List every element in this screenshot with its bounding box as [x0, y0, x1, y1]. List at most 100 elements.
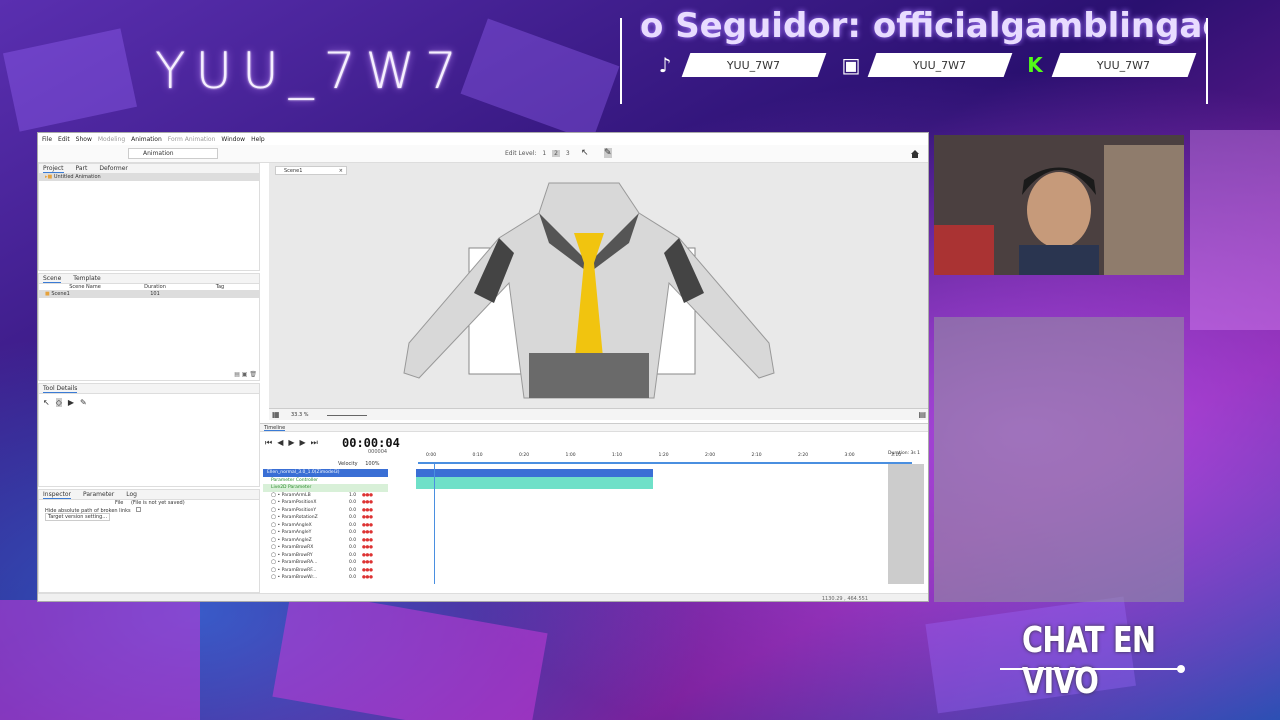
project-tree-item[interactable]: ▸■ Untitled Animation	[39, 174, 259, 181]
zoom-slider[interactable]	[327, 415, 367, 416]
param-row[interactable]: ◯ • ParamArmLB 1.0 ●-●-●	[263, 492, 388, 500]
tab-timeline[interactable]: Timeline	[264, 424, 286, 431]
brush-tool-icon[interactable]: ✎	[604, 148, 612, 158]
keyframe-dots[interactable]: ●-●-●	[362, 514, 373, 522]
next-frame-icon[interactable]: ▶	[300, 438, 306, 448]
select-tool-icon[interactable]: ↖	[43, 398, 50, 407]
keyframe-dots[interactable]: ●-●-●	[362, 567, 373, 575]
edit-level-3[interactable]: 3	[566, 150, 570, 157]
scene-row[interactable]: ■ Scene1 101	[39, 291, 259, 298]
model-track-bar[interactable]	[416, 469, 653, 477]
eye-icon[interactable]: ◯ •	[271, 567, 282, 575]
eye-icon[interactable]: ◯ •	[271, 522, 282, 530]
pen-tool-icon[interactable]: ✎	[80, 398, 87, 407]
keyframe-dots[interactable]: ●-●-●	[362, 507, 373, 515]
arrow-tool-icon[interactable]: ↖	[581, 148, 589, 158]
eye-icon[interactable]: ◯ •	[271, 514, 282, 522]
param-value: 0.0	[349, 552, 357, 558]
keyframe-dots[interactable]: ●-●-●	[362, 559, 373, 567]
first-frame-icon[interactable]: ⏮	[265, 438, 272, 448]
menu-help[interactable]: Help	[251, 136, 265, 143]
mode-dropdown[interactable]: Animation	[128, 148, 218, 159]
menu-file[interactable]: File	[42, 136, 52, 143]
eye-icon[interactable]: ◯ •	[271, 499, 282, 507]
param-row[interactable]: ◯ • ParamAngleZ 0.0 ●-●-●	[263, 537, 388, 545]
edit-level-1[interactable]: 1	[542, 150, 546, 157]
home-icon[interactable]	[910, 149, 920, 159]
col-scene-name: Scene Name	[69, 284, 101, 290]
tab-tool-details[interactable]: Tool Details	[43, 384, 78, 393]
param-row[interactable]: ◯ • ParamPositionX 0.0 ●-●-●	[263, 499, 388, 507]
menu-animation[interactable]: Animation	[131, 136, 162, 143]
param-row[interactable]: ◯ • ParamBrowRY 0.0 ●-●-●	[263, 552, 388, 560]
menu-window[interactable]: Window	[221, 136, 245, 143]
param-row[interactable]: ◯ • ParamBrowWr... 0.0 ●-●-●	[263, 574, 388, 582]
eye-icon[interactable]: ◯ •	[271, 537, 282, 545]
timeline-tracks[interactable]	[416, 464, 926, 589]
checker-icon[interactable]: ▦	[272, 410, 280, 419]
menu-form-animation[interactable]: Form Animation	[168, 136, 216, 143]
absolute-path-checkbox[interactable]	[136, 507, 142, 512]
eye-icon[interactable]: ◯ •	[271, 559, 282, 567]
last-frame-icon[interactable]: ⏭	[311, 438, 318, 448]
close-tab-icon[interactable]: ×	[339, 167, 343, 176]
keyframe-dots[interactable]: ●-●-●	[362, 499, 373, 507]
menu-modeling[interactable]: Modeling	[98, 136, 125, 143]
menu-show[interactable]: Show	[76, 136, 92, 143]
parameter-track-bar[interactable]	[416, 477, 653, 489]
param-row[interactable]: ◯ • ParamBrowRA... 0.0 ●-●-●	[263, 559, 388, 567]
playhead[interactable]	[434, 464, 435, 584]
param-name: ParamBrowRA...	[281, 560, 318, 565]
group-live2d-parameter[interactable]: Live2D Parameter	[263, 484, 388, 492]
cursor-coords: 1130.29 , 464.551	[821, 596, 868, 602]
param-row[interactable]: ◯ • ParamAngleX 0.0 ●-●-●	[263, 522, 388, 530]
edit-level-2[interactable]: 2	[552, 150, 560, 157]
prev-frame-icon[interactable]: ◀	[277, 438, 283, 448]
param-value: 0.0	[349, 500, 357, 505]
eye-icon[interactable]: ◯ •	[271, 544, 282, 552]
canvas-view[interactable]: Scene1 ×	[269, 163, 928, 410]
eye-icon[interactable]: ◯ •	[271, 574, 282, 582]
tab-log[interactable]: Log	[126, 490, 137, 499]
tab-parameter[interactable]: Parameter	[83, 490, 114, 499]
eye-icon[interactable]: ◯ •	[271, 492, 282, 500]
param-row[interactable]: ◯ • ParamRotationZ 0.0 ●-●-●	[263, 514, 388, 522]
target-version-button[interactable]: Target version setting...	[45, 513, 111, 521]
ruler-tick: 0:20	[519, 453, 530, 458]
velocity-value[interactable]: 100%	[365, 461, 379, 467]
keyframe-dots[interactable]: ●-●-●	[362, 492, 373, 500]
keyframe-dots[interactable]: ●-●-●	[362, 522, 373, 530]
group-parameter-controller[interactable]: Parameter Controller	[263, 477, 388, 485]
keyframe-dots[interactable]: ●-●-●	[362, 552, 373, 560]
tab-template[interactable]: Template	[73, 274, 100, 283]
new-scene-icon[interactable]: ▤	[234, 371, 240, 378]
tab-deformer[interactable]: Deformer	[99, 164, 127, 173]
play-icon[interactable]: ▶	[288, 438, 294, 448]
keyframe-dots[interactable]: ●-●-●	[362, 574, 373, 582]
eye-icon[interactable]: ◯ •	[271, 552, 282, 560]
transform-tool-icon[interactable]: ◇	[55, 398, 62, 407]
canvas-toolbar: ▦ 33.3 % ▤	[269, 408, 928, 420]
keyframe-dots[interactable]: ●-●-●	[362, 544, 373, 552]
eye-icon[interactable]: ◯ •	[271, 507, 282, 515]
play-tool-icon[interactable]: ▶	[68, 398, 74, 407]
eye-icon[interactable]: ◯ •	[271, 529, 282, 537]
param-row[interactable]: ◯ • ParamAngleY 0.0 ●-●-●	[263, 529, 388, 537]
param-row[interactable]: ◯ • ParamBrowRX 0.0 ●-●-●	[263, 544, 388, 552]
param-row[interactable]: ◯ • ParamBrowRF... 0.0 ●-●-●	[263, 567, 388, 575]
keyframe-dots[interactable]: ●-●-●	[362, 529, 373, 537]
canvas-tab-scene1[interactable]: Scene1 ×	[275, 166, 347, 175]
tab-project[interactable]: Project	[43, 164, 64, 173]
model-track[interactable]: Ellen_normal_3.0_1.0(Zimodel3)	[263, 469, 388, 477]
menu-edit[interactable]: Edit	[58, 136, 70, 143]
keyframe-dots[interactable]: ●-●-●	[362, 537, 373, 545]
layout-icon[interactable]: ▤	[918, 410, 926, 419]
tiktok-icon: ♪	[658, 53, 672, 77]
copy-scene-icon[interactable]: ▣	[242, 371, 248, 378]
param-row[interactable]: ◯ • ParamPositionY 0.0 ●-●-●	[263, 507, 388, 515]
tab-scene[interactable]: Scene	[43, 274, 62, 283]
tab-part[interactable]: Part	[76, 164, 88, 173]
delete-scene-icon[interactable]: 🗑	[249, 371, 257, 378]
tab-inspector[interactable]: Inspector	[43, 490, 71, 499]
param-name: ParamAngleY	[281, 530, 312, 535]
